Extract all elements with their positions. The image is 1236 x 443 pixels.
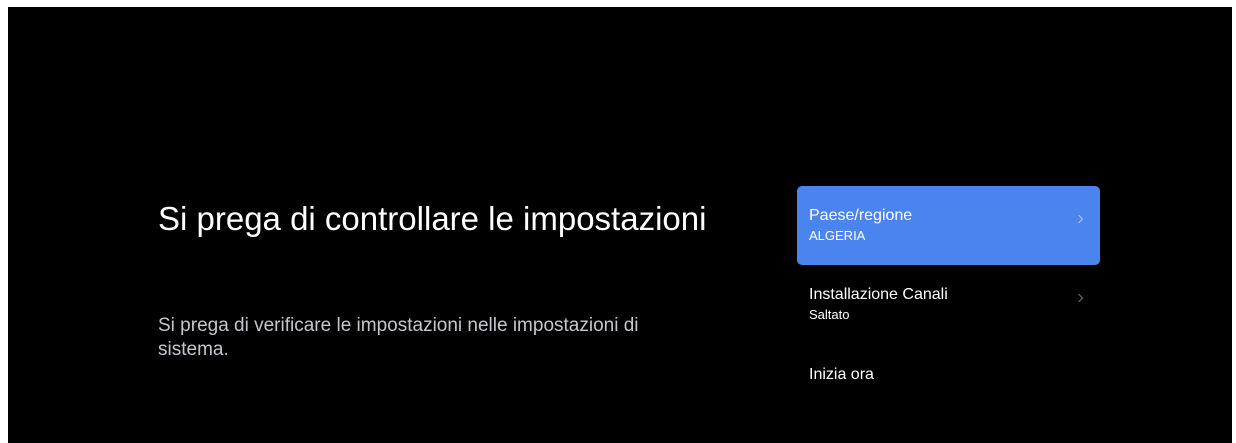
menu-item-label: Paese/regione <box>809 207 913 224</box>
menu-item-label: Inizia ora <box>809 366 874 383</box>
menu-item-value: Saltato <box>809 307 850 322</box>
menu-item-value: ALGERIA <box>809 228 866 243</box>
menu-item-channel-installation[interactable]: Installazione Canali Saltato <box>797 265 1100 344</box>
menu-item-label: Installazione Canali <box>809 286 948 303</box>
start-now-button[interactable]: Inizia ora <box>797 344 1100 406</box>
setup-screen: Si prega di controllare le impostazioni … <box>8 7 1232 443</box>
menu-item-country-region[interactable]: Paese/regione ALGERIA <box>797 186 1100 265</box>
page-subtitle: Si prega di verificare le impostazioni n… <box>158 315 639 360</box>
page-title: Si prega di controllare le impostazioni <box>158 200 707 237</box>
settings-menu: Paese/regione ALGERIA Installazione Cana… <box>797 186 1100 406</box>
